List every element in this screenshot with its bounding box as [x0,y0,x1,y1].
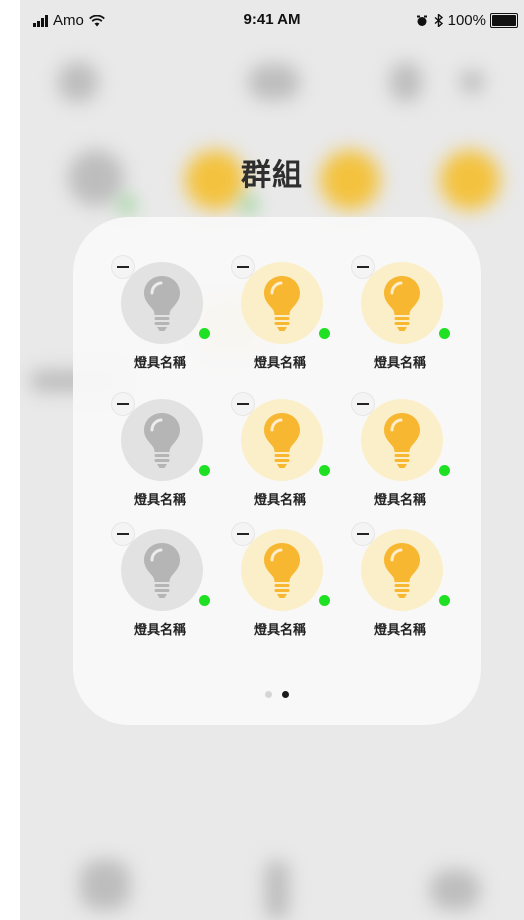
remove-icon[interactable] [352,523,374,545]
online-status-dot [319,595,330,606]
remove-icon[interactable] [112,393,134,415]
bluetooth-icon [434,14,443,27]
online-status-dot [319,328,330,339]
battery-percent: 100% [447,12,486,29]
background-icon [120,198,134,212]
online-status-dot [439,595,450,606]
remove-icon[interactable] [112,523,134,545]
online-status-dot [199,595,210,606]
lightbulb-icon [384,543,420,598]
lightbulb-icon [144,413,180,468]
lamp-tile[interactable]: 燈具名稱 [345,252,455,372]
page-indicator[interactable] [73,683,481,702]
lightbulb-icon [144,276,180,331]
online-status-dot [319,465,330,476]
battery-icon [490,13,518,28]
lamp-name: 燈具名稱 [253,356,306,371]
group-title: 群組 [241,158,303,193]
lamp-tile[interactable]: 燈具名稱 [105,389,215,509]
page-dot[interactable] [282,691,289,698]
lightbulb-icon [264,276,300,331]
background-icon [460,70,484,94]
group-folder-panel: 燈具名稱 燈具名稱 燈具名稱 燈具名稱 燈具名稱 燈具名稱 燈具名稱 燈具名稱 燈具名稱 [73,217,481,725]
lamp-tile[interactable]: 燈具名稱 [345,519,455,639]
background-icon [80,860,130,910]
background-icon [390,62,422,102]
lamp-tile[interactable]: 燈具名稱 [225,389,335,509]
status-bar: Amo 9:41 AM 100% [20,0,524,42]
lamp-name: 燈具名稱 [133,493,186,508]
lamp-name: 燈具名稱 [373,356,426,371]
lightbulb-icon [264,413,300,468]
online-status-dot [199,328,210,339]
screen: Amo 9:41 AM 100% 群組 燈具名稱 燈具名稱 燈具名稱 燈具名稱 燈具名稱… [20,0,524,920]
background-icon [58,62,98,102]
remove-icon[interactable] [232,393,254,415]
background-icon [430,870,480,910]
lightbulb-icon [384,413,420,468]
lamp-tile[interactable]: 燈具名稱 [225,519,335,639]
background-icon [248,64,300,100]
online-status-dot [439,328,450,339]
lightbulb-icon [264,543,300,598]
lamp-name: 燈具名稱 [373,623,426,638]
remove-icon[interactable] [352,256,374,278]
remove-icon[interactable] [232,523,254,545]
remove-icon[interactable] [232,256,254,278]
online-status-dot [199,465,210,476]
remove-icon[interactable] [352,393,374,415]
lightbulb-icon [384,276,420,331]
lamp-tile[interactable]: 燈具名稱 [225,252,335,372]
lamp-tile[interactable]: 燈具名稱 [105,519,215,639]
lamp-tile[interactable]: 燈具名稱 [345,389,455,509]
lamp-name: 燈具名稱 [133,623,186,638]
online-status-dot [439,465,450,476]
remove-icon[interactable] [112,256,134,278]
lamp-name: 燈具名稱 [133,356,186,371]
lamp-name: 燈具名稱 [253,623,306,638]
lightbulb-icon [144,543,180,598]
background-icon [242,198,256,212]
page-dot[interactable] [265,691,272,698]
lamp-name: 燈具名稱 [253,493,306,508]
alarm-icon [416,15,427,26]
lamp-name: 燈具名稱 [373,493,426,508]
background-icon [265,860,289,920]
lamp-tile[interactable]: 燈具名稱 [105,252,215,372]
